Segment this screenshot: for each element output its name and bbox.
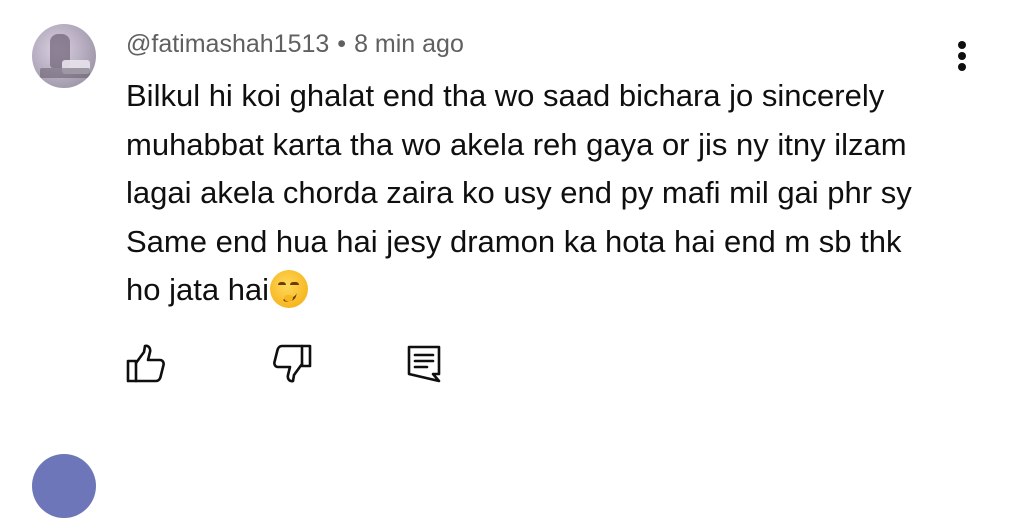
smirking-face-emoji-icon: [270, 270, 309, 308]
comment-timestamp[interactable]: 8 min ago: [354, 30, 464, 58]
like-button[interactable]: [124, 342, 168, 386]
more-dot: [958, 63, 966, 71]
author-handle[interactable]: @fatimashah1513: [126, 30, 329, 58]
avatar[interactable]: [32, 24, 96, 88]
comment-last-line: ho jata hai: [126, 266, 986, 315]
comment-text: Bilkul hi koi ghalat end tha wo saad bic…: [126, 72, 986, 315]
comment-meta: @fatimashah1513 • 8 min ago: [126, 28, 464, 60]
reply-button[interactable]: [402, 342, 446, 386]
dislike-button[interactable]: [270, 342, 314, 386]
thumbs-down-icon: [273, 344, 312, 383]
next-comment-avatar[interactable]: [32, 454, 96, 518]
more-dot: [958, 41, 966, 49]
reply-comment-icon: [407, 345, 441, 383]
avatar-image-base: [40, 68, 90, 78]
thumbs-up-icon: [126, 344, 165, 383]
comment-line: Bilkul hi koi ghalat end tha wo saad bic…: [126, 78, 885, 113]
comment-actions: [0, 340, 1024, 390]
meta-separator: •: [337, 30, 347, 58]
comment-line: ho jata hai: [126, 272, 270, 307]
comment-line: muhabbat karta tha wo akela reh gaya or …: [126, 126, 907, 162]
comment-card: @fatimashah1513 • 8 min ago Bilkul hi koi …: [0, 0, 1024, 518]
comment-line: lagai akela chorda zaira ko usy end py m…: [126, 175, 912, 210]
comment-line: Same end hua hai jesy dramon ka hota hai…: [126, 223, 902, 259]
more-dot: [958, 52, 966, 60]
more-options-icon[interactable]: [951, 38, 973, 74]
